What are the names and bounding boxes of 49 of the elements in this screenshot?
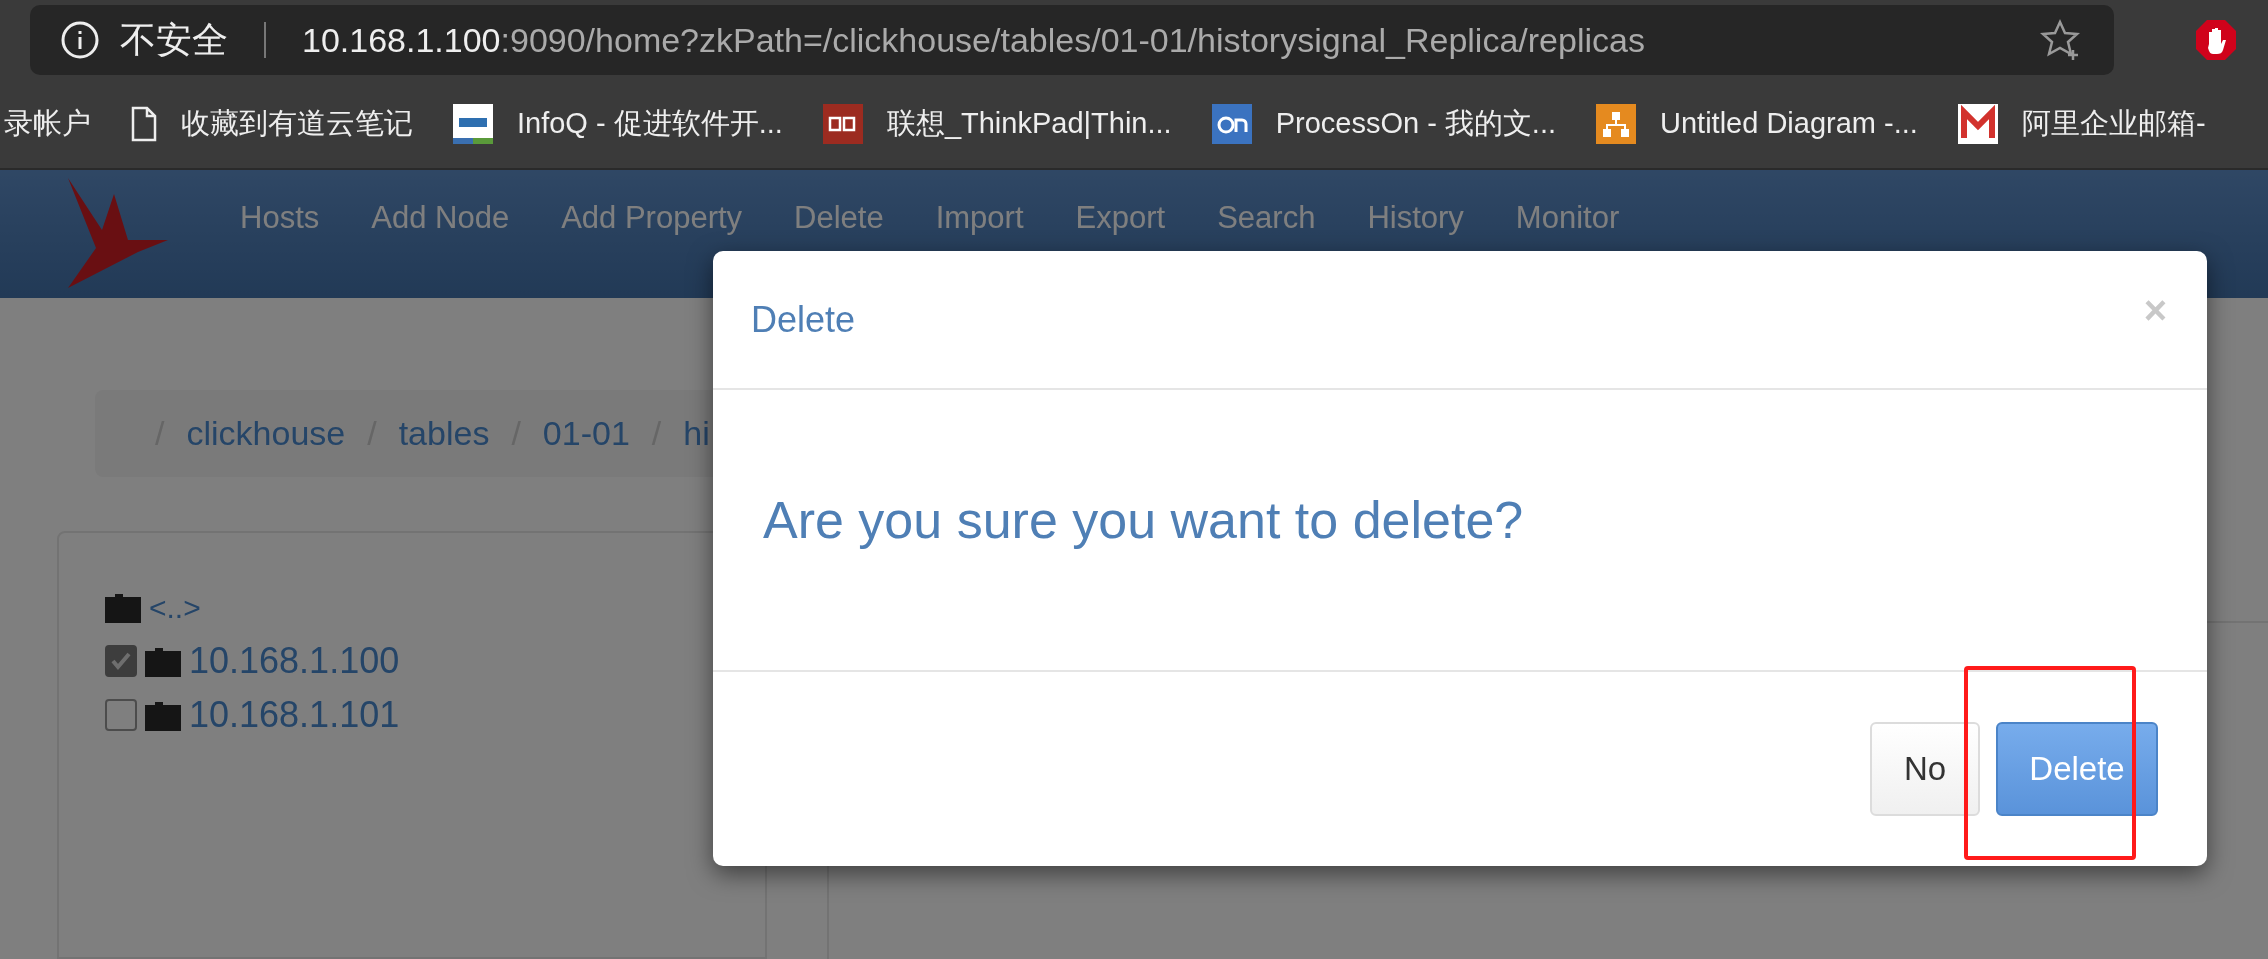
dialog-title: Delete — [751, 297, 856, 342]
breadcrumb-link[interactable]: hi — [683, 408, 710, 459]
checkbox[interactable] — [105, 645, 137, 677]
page-icon — [131, 106, 157, 142]
delete-button[interactable]: Delete — [1996, 722, 2158, 816]
tree-link[interactable]: 10.168.1.100 — [189, 634, 400, 688]
nav-link[interactable]: History — [1367, 200, 1464, 236]
tree-link[interactable]: 10.168.1.101 — [189, 688, 400, 742]
bookmark[interactable]: 阿里企业邮箱- — [1957, 102, 2206, 146]
folder-icon — [145, 699, 181, 731]
nav-link[interactable]: Add Property — [561, 200, 743, 236]
bookmark[interactable]: Untitled Diagram -... — [1596, 102, 1918, 146]
diagram-icon — [1596, 104, 1637, 144]
nav-link[interactable]: Export — [1075, 200, 1166, 236]
breadcrumb-link[interactable]: tables — [398, 408, 490, 459]
breadcrumb-link[interactable]: clickhouse — [186, 408, 346, 459]
logo-icon — [1211, 104, 1252, 144]
nav-link[interactable]: Hosts — [240, 200, 320, 236]
address-bar[interactable]: 不安全 10.168.1.100:9090/home?zkPath=/clickhouse/tables/01-01/historysignal_Replica/replicas — [30, 5, 2114, 75]
nav-link[interactable]: Monitor — [1515, 200, 1620, 236]
folder-icon — [145, 645, 181, 677]
breadcrumb-separator: / — [651, 413, 662, 454]
nav-link[interactable]: Import — [935, 200, 1024, 236]
url-text: 10.168.1.100:9090/home?zkPath=/clickhouse/tables/01-01/historysignal_Replica/replicas — [302, 19, 1646, 61]
logo-icon — [822, 104, 863, 144]
folder-icon — [105, 591, 141, 623]
mail-logo-icon — [1957, 104, 1998, 144]
cancel-button[interactable]: No — [1870, 722, 1980, 816]
nav-link[interactable]: Add Node — [371, 200, 510, 236]
checkmark-icon — [110, 650, 132, 672]
stop-hand-icon[interactable] — [2194, 18, 2238, 62]
breadcrumb-link[interactable]: 01-01 — [542, 408, 630, 459]
info-icon — [60, 20, 100, 60]
close-button[interactable]: × — [2143, 279, 2167, 340]
bookmark[interactable]: 录帐户 — [4, 102, 91, 146]
checkbox[interactable] — [105, 699, 137, 731]
nav-link[interactable]: Search — [1217, 200, 1316, 236]
bookmark[interactable]: 联想_ThinkPad|Thin... — [822, 102, 1172, 146]
confirmation-message: Are you sure you want to delete? — [763, 490, 1524, 551]
breadcrumb-separator: / — [511, 413, 521, 454]
tree-link[interactable]: <..> — [149, 584, 201, 630]
bookmark[interactable]: InfoQ - 促进软件开... — [453, 102, 783, 146]
bookmark[interactable]: ProcessOn - 我的文... — [1211, 102, 1557, 146]
bookmark[interactable]: 收藏到有道云笔记 — [131, 102, 413, 146]
nav-link[interactable]: Delete — [794, 200, 884, 236]
logo-icon — [453, 104, 493, 144]
security-label: 不安全 — [120, 18, 228, 62]
breadcrumb-separator: / — [155, 413, 165, 454]
breadcrumb-separator: / — [367, 413, 377, 454]
